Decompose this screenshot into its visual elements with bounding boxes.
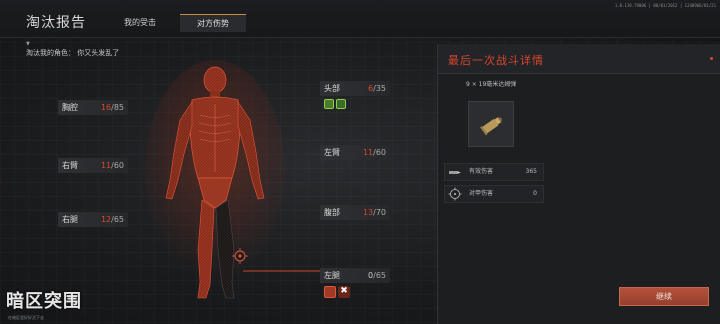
logo-title: 暗区突围: [6, 291, 82, 312]
part-label: 腹部: [324, 208, 340, 217]
part-max-hp: /60: [373, 148, 386, 157]
version-string: 1.0.119.79006 | 08/01/2012 | 1240966/01/…: [614, 3, 716, 8]
part-label: 右腿: [62, 215, 78, 224]
part-max-hp: /70: [373, 208, 386, 217]
head-status-icons: [324, 99, 346, 109]
stat-label: 对甲伤害: [469, 190, 494, 197]
elimination-report-screen: 淘汰报告 我的受击 对方伤势 1.0.119.79006 | 08/01/201…: [0, 0, 720, 324]
part-head: 头部 6/35: [320, 81, 390, 96]
part-max-hp: /65: [373, 271, 386, 280]
part-current-hp: 16: [100, 103, 112, 112]
part-chest: 胸腔 16/85: [58, 100, 128, 115]
stat-armor-damage: 对甲伤害 0: [444, 185, 544, 203]
stat-value: 365: [525, 168, 537, 175]
panel-dot-icon: [710, 57, 713, 60]
part-right-arm: 右臂 11/60: [58, 158, 128, 173]
part-current-hp: 11: [100, 161, 112, 170]
ammo-icon: [480, 117, 502, 136]
stat-label: 有效伤害: [469, 168, 494, 175]
top-bar: 淘汰报告 我的受击 对方伤势 1.0.119.79006 | 08/01/201…: [0, 0, 720, 38]
logo-subtitle: 在暗区里好好活下去: [8, 315, 44, 320]
part-current-hp: 13: [362, 208, 374, 217]
killer-info: 淘汰我的角色： 你又头发乱了: [26, 49, 120, 57]
stat-effective-damage: 有效伤害 365: [444, 163, 544, 181]
killer-marker: ▼: [26, 41, 30, 47]
part-max-hp: /85: [111, 103, 124, 112]
panel-header: 最后一次战斗详情: [438, 44, 720, 74]
part-label: 胸腔: [62, 103, 78, 112]
part-right-leg: 右腿 12/65: [58, 212, 128, 227]
tab-my-hits[interactable]: 我的受击: [100, 14, 180, 32]
part-max-hp: /65: [111, 215, 124, 224]
continue-button[interactable]: 继续: [619, 287, 709, 306]
leg-connector-line: [243, 270, 323, 272]
part-left-leg: 左腿 0/65: [320, 268, 390, 283]
left-leg-status-icons: ✖: [324, 286, 350, 298]
tinnitus-icon: [336, 99, 346, 109]
part-label: 头部: [324, 84, 340, 93]
part-abdomen: 腹部 13/70: [320, 205, 390, 220]
ammo-slot: [468, 101, 514, 147]
page-title: 淘汰报告: [26, 15, 86, 31]
crosshair-icon: [448, 187, 462, 201]
part-max-hp: /35: [373, 84, 386, 93]
part-current-hp: 11: [362, 148, 374, 157]
game-logo: 暗区突围 在暗区里好好活下去: [2, 287, 112, 323]
pain-icon: [324, 99, 334, 109]
destroyed-icon: ✖: [338, 286, 350, 298]
part-label: 右臂: [62, 161, 78, 170]
stat-value: 0: [533, 190, 537, 197]
part-left-arm: 左臂 11/60: [320, 145, 390, 160]
part-current-hp: 12: [100, 215, 112, 224]
fracture-icon: [324, 286, 336, 298]
part-max-hp: /60: [111, 161, 124, 170]
bullet-icon: [449, 171, 461, 174]
part-label: 左臂: [324, 148, 340, 157]
part-label: 左腿: [324, 271, 340, 280]
battle-details-panel: 最后一次战斗详情 9 × 19毫米达姆弹 有效伤害 365 对甲伤害 0 继续: [437, 44, 720, 324]
tab-enemy-injuries[interactable]: 对方伤势: [180, 14, 246, 32]
panel-title: 最后一次战斗详情: [448, 54, 544, 67]
weapon-name: 9 × 19毫米达姆弹: [466, 81, 517, 88]
